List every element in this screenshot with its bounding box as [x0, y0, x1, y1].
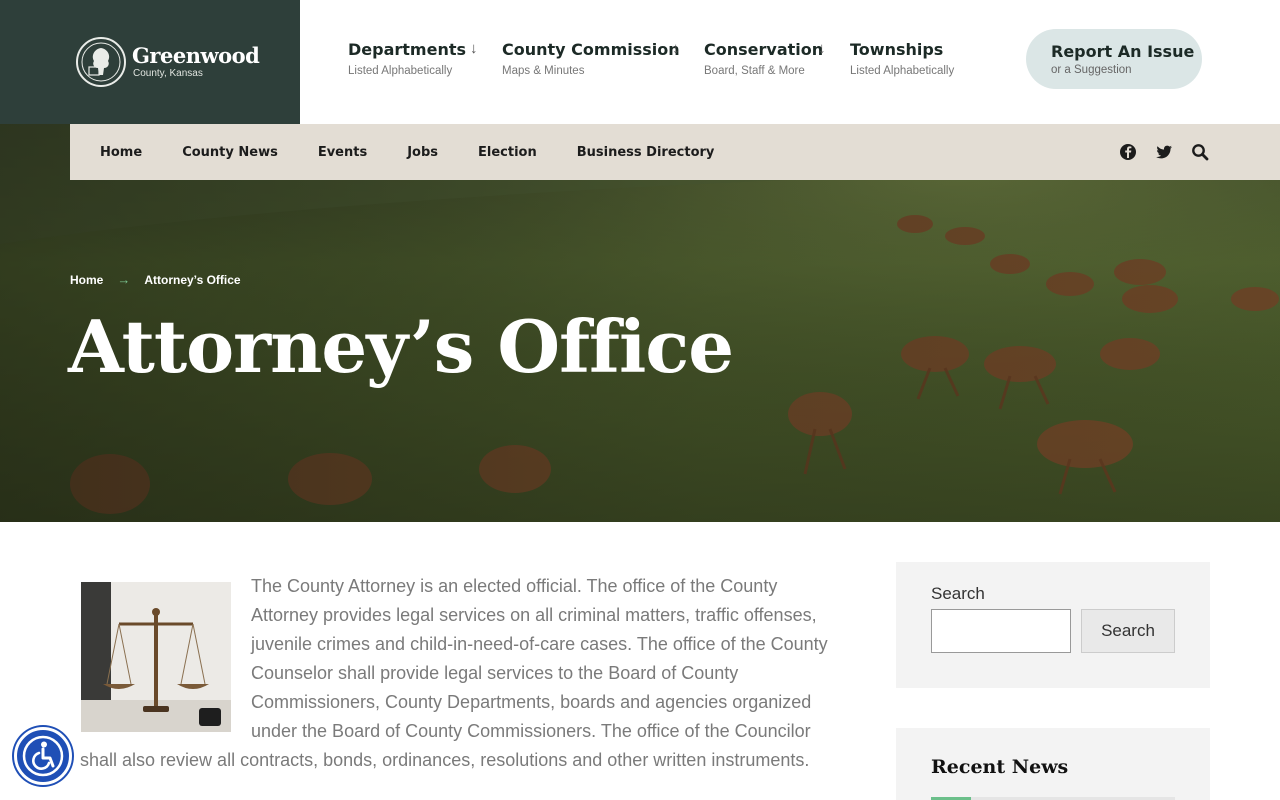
subnav-election[interactable]: Election	[478, 145, 537, 160]
search-icon[interactable]	[1190, 142, 1210, 162]
nav-departments-title: Departments	[348, 40, 467, 59]
report-issue-sub: or a Suggestion	[1051, 64, 1132, 76]
search-input[interactable]	[931, 609, 1071, 653]
breadcrumb-current: Attorney’s Office	[144, 272, 241, 287]
tree-logo-icon	[76, 37, 126, 87]
subnav-business-directory[interactable]: Business Directory	[577, 145, 715, 160]
breadcrumb: Home → Attorney’s Office	[70, 272, 241, 287]
logo-subtitle: County, Kansas	[133, 68, 203, 79]
report-issue-title: Report An Issue	[1051, 42, 1195, 61]
nav-county-commission[interactable]: County Commission Maps & Minutes ↓	[502, 40, 704, 77]
main-navigation: Departments Listed Alphabetically ↓ Coun…	[348, 40, 980, 77]
social-icons	[1102, 142, 1210, 162]
site-header: Greenwood County, Kansas Departments Lis…	[0, 0, 1280, 124]
main-content: The County Attorney is an elected offici…	[80, 572, 830, 775]
subnav-county-news[interactable]: County News	[182, 145, 278, 160]
sidebar-search-widget: Search Search	[896, 562, 1210, 688]
recent-news-title: Recent News	[931, 756, 1069, 778]
arrow-down-icon: ↓	[818, 40, 826, 57]
accessibility-button[interactable]	[14, 727, 72, 785]
recent-news-widget: Recent News	[896, 728, 1210, 800]
arrow-right-icon: →	[117, 272, 131, 287]
page-title: Attorney’s Office	[68, 304, 734, 389]
nav-conservation-title: Conservation	[704, 40, 824, 59]
site-logo[interactable]: Greenwood County, Kansas	[0, 0, 300, 124]
logo-name: Greenwood	[132, 43, 260, 68]
subnav-events[interactable]: Events	[318, 145, 367, 160]
search-button[interactable]: Search	[1081, 609, 1175, 653]
twitter-icon[interactable]	[1154, 142, 1174, 162]
search-label: Search	[931, 584, 985, 603]
nav-townships[interactable]: Townships Listed Alphabetically	[850, 40, 980, 77]
scales-of-justice-image	[81, 582, 231, 732]
nav-departments[interactable]: Departments Listed Alphabetically ↓	[348, 40, 502, 77]
breadcrumb-home[interactable]: Home	[70, 273, 103, 287]
nav-conservation-sub: Board, Staff & More	[704, 65, 805, 77]
arrow-down-icon: ↓	[470, 40, 478, 57]
subnav-jobs[interactable]: Jobs	[407, 145, 438, 160]
nav-conservation[interactable]: Conservation Board, Staff & More ↓	[704, 40, 850, 77]
accessibility-icon	[22, 735, 64, 777]
facebook-icon[interactable]	[1118, 142, 1138, 162]
report-issue-button[interactable]: Report An Issue or a Suggestion	[1026, 29, 1202, 89]
secondary-navigation: Home County News Events Jobs Election Bu…	[70, 124, 1280, 180]
nav-townships-sub: Listed Alphabetically	[850, 65, 955, 77]
subnav-home[interactable]: Home	[100, 145, 142, 160]
nav-county-commission-sub: Maps & Minutes	[502, 65, 585, 77]
nav-departments-sub: Listed Alphabetically	[348, 65, 453, 77]
nav-townships-title: Townships	[850, 40, 944, 59]
arrow-down-icon: ↓	[672, 40, 680, 57]
